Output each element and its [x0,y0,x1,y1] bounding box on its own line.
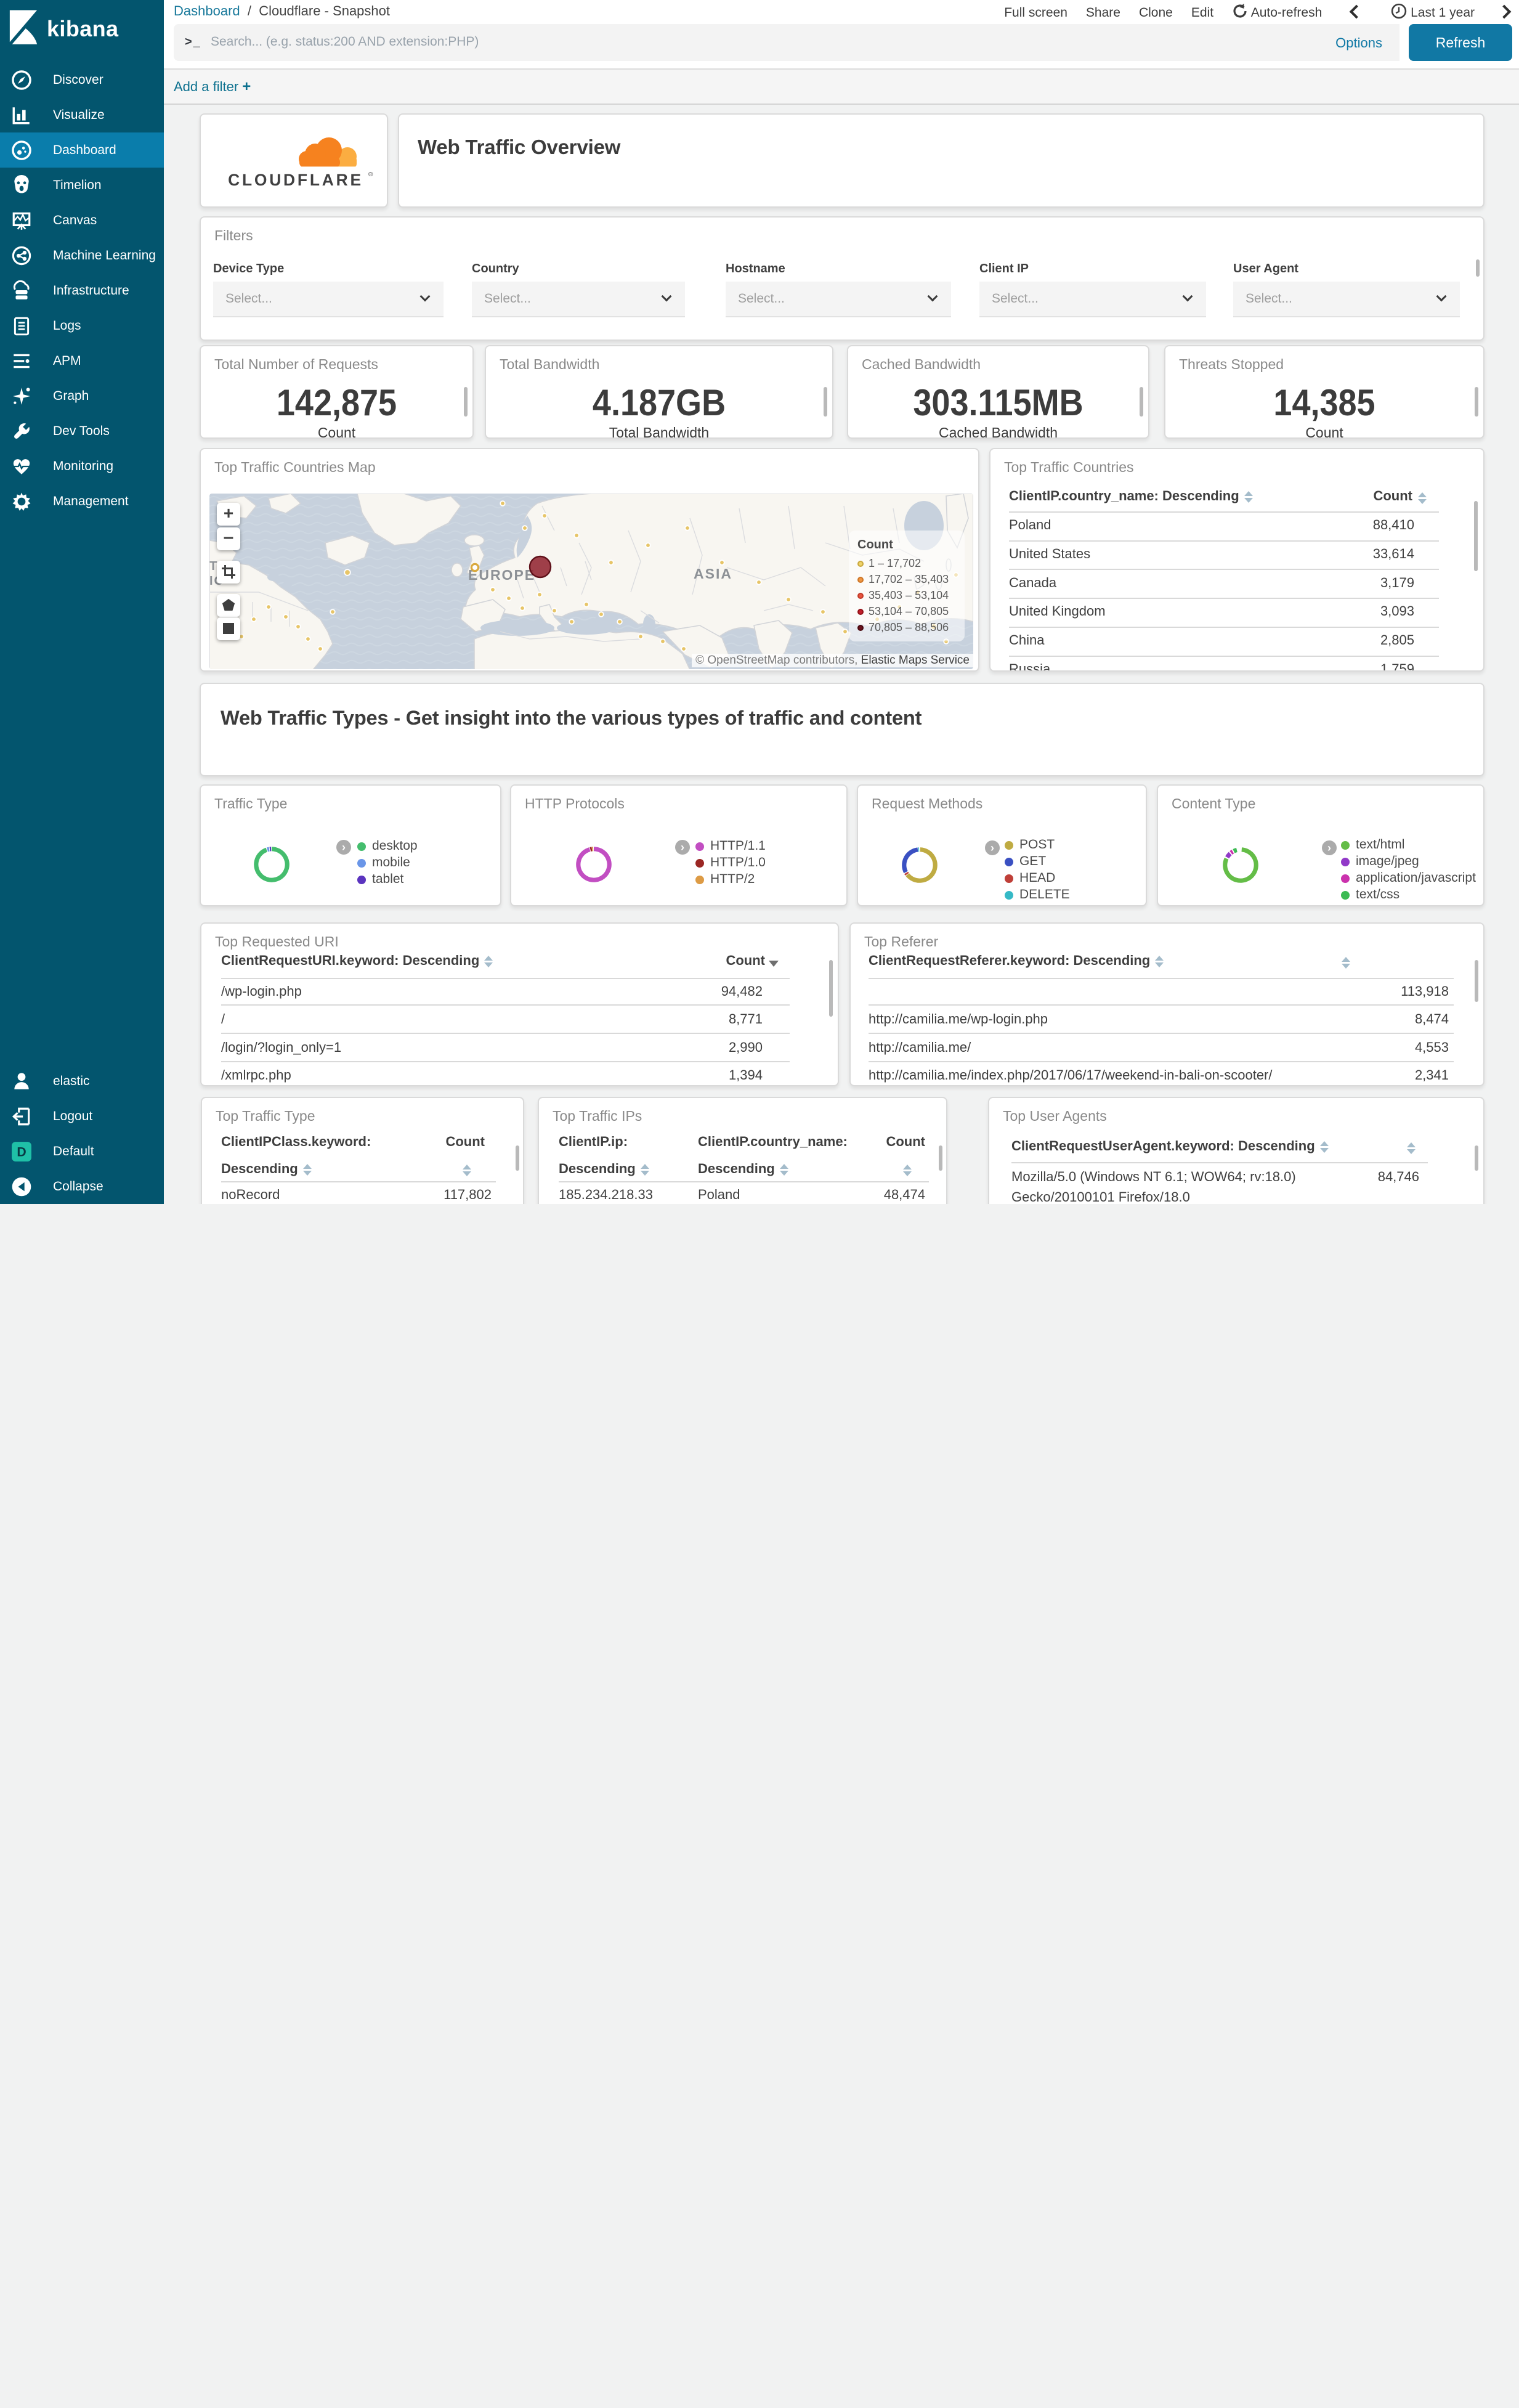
svg-text:CLOUDFLARE: CLOUDFLARE [228,171,363,189]
svg-text:ASIA: ASIA [694,566,732,582]
svg-text:®: ® [368,171,373,178]
svg-text:D: D [17,1144,26,1159]
